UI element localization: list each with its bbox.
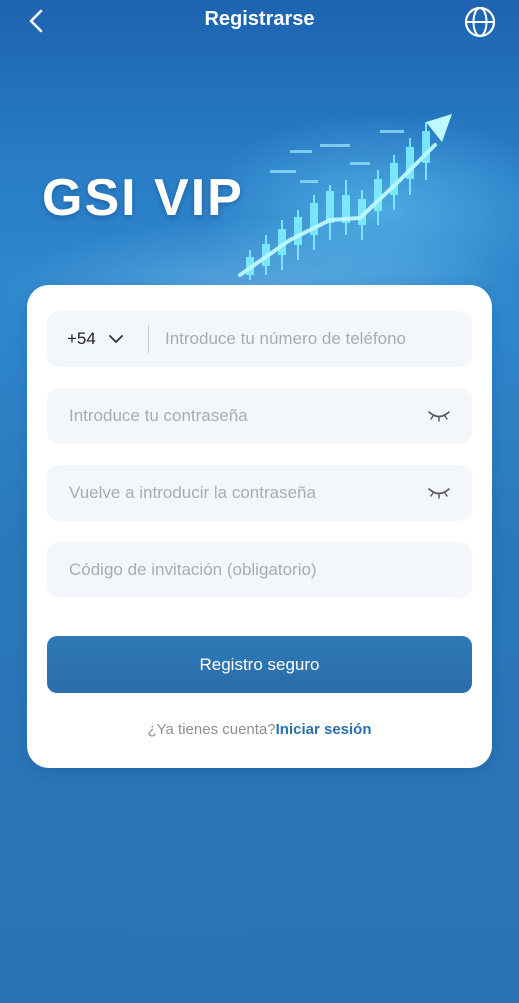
chevron-down-icon <box>108 335 123 343</box>
have-account-text: ¿Ya tienes cuenta? <box>147 721 276 738</box>
phone-input[interactable] <box>165 311 460 367</box>
eye-closed-icon[interactable] <box>427 484 451 502</box>
field-divider <box>148 325 149 353</box>
register-submit-button[interactable]: Registro seguro <box>47 636 472 693</box>
confirm-password-input[interactable] <box>69 465 419 521</box>
login-link[interactable]: Iniciar sesión <box>276 721 372 738</box>
invite-code-input[interactable] <box>69 542 459 598</box>
globe-icon <box>464 6 496 38</box>
eye-closed-icon[interactable] <box>427 407 451 425</box>
country-code-selector[interactable]: +54 <box>67 327 124 351</box>
login-prompt: ¿Ya tienes cuenta?Iniciar sesión <box>27 721 492 738</box>
password-field-container <box>47 388 472 444</box>
invite-code-field-container <box>47 542 472 598</box>
rising-chart-illustration <box>238 114 452 280</box>
phone-field-container: +54 <box>47 311 472 367</box>
register-card: +54 Registro seguro ¿Ya tienes cuent <box>27 285 492 768</box>
language-button[interactable] <box>462 4 498 40</box>
top-bar: Registrarse <box>0 0 519 40</box>
page-title: Registrarse <box>204 8 315 30</box>
password-input[interactable] <box>69 388 419 444</box>
brand-title: GSI VIP <box>42 169 244 227</box>
confirm-password-field-container <box>47 465 472 521</box>
country-code-value: +54 <box>67 329 96 348</box>
